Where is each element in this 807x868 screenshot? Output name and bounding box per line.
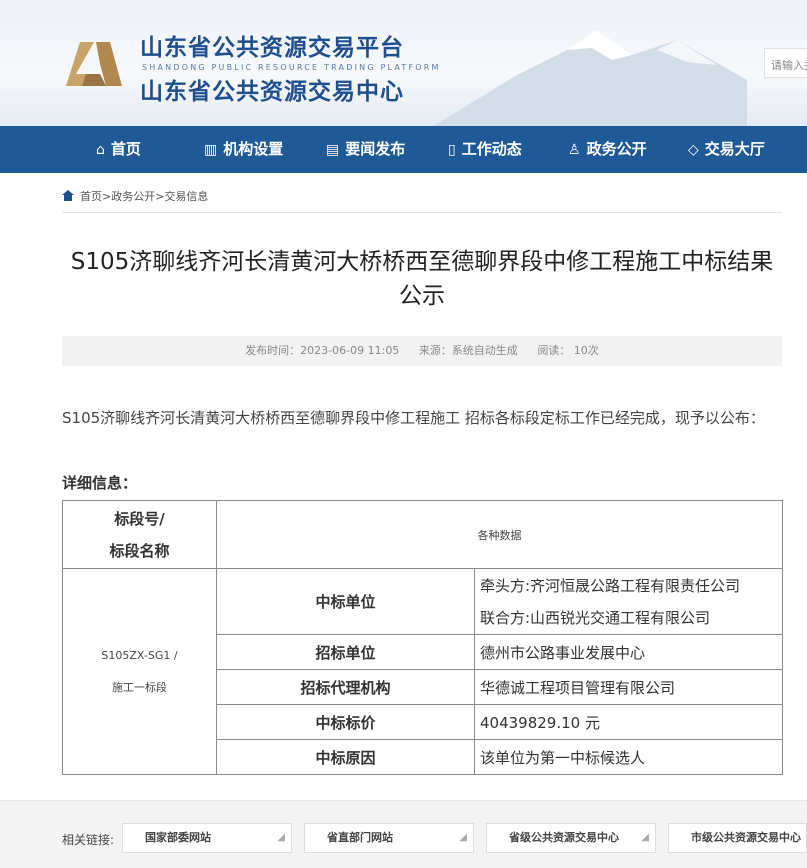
select-value: 省直部门网站 — [327, 831, 393, 844]
select-city-trading-centers[interactable]: 市级公共资源交易中心 — [668, 823, 807, 853]
chevron-down-icon: ◢ — [459, 832, 467, 843]
winner-value: 牵头方:齐河恒晟公路工程有限责任公司 联合方:山西锐光交通工程有限公司 — [474, 568, 783, 635]
main-nav: ⌂ 首页 ▥ 机构设置 ▤ 要闻发布 ▯ 工作动态 ♙ 政务公开 ◇ 交易大厅 — [0, 126, 807, 173]
nav-item-organization[interactable]: ▥ 机构设置 — [204, 126, 283, 173]
divider — [62, 212, 782, 213]
section-name: 施工一标段 — [112, 680, 167, 694]
tenderer-value: 德州市公路事业发展中心 — [474, 634, 783, 670]
price-value: 40439829.10 元 — [474, 704, 783, 740]
article-intro: S105济聊线齐河长清黄河大桥桥西至德聊界段中修工程施工 招标各标段定标工作已经… — [62, 409, 765, 427]
nav-item-work-updates[interactable]: ▯ 工作动态 — [448, 126, 522, 173]
related-links-bar: 相关链接: 国家部委网站 ◢ 省直部门网站 ◢ 省级公共资源交易中心 ◢ 市级公共资源… — [0, 800, 807, 868]
section-number: S105ZX-SG1 / — [101, 648, 178, 662]
article-source: 来源：系统自动生成 — [418, 344, 518, 357]
header-line: 标段名称 — [109, 541, 170, 560]
nav-item-trading-hall[interactable]: ◇ 交易大厅 — [688, 126, 765, 173]
building-icon: ▥ — [204, 142, 218, 158]
agency-value: 华德诚工程项目管理有限公司 — [474, 669, 783, 705]
breadcrumb-gov-affairs[interactable]: 政务公开 — [111, 190, 155, 203]
site-header: 山东省公共资源交易平台 SHANDONG PUBLIC RESOURCE TRA… — [0, 0, 807, 126]
select-provincial-dept-sites[interactable]: 省直部门网站 ◢ — [304, 823, 474, 853]
mountain-background — [433, 30, 747, 126]
table-header-section: 标段号/ 标段名称 — [62, 500, 217, 569]
select-value: 市级公共资源交易中心 — [691, 831, 801, 844]
nav-item-news[interactable]: ▤ 要闻发布 — [326, 126, 405, 173]
nav-item-label: 工作动态 — [461, 140, 522, 158]
header-line: 标段号/ — [114, 509, 165, 528]
nav-item-label: 机构设置 — [223, 140, 284, 158]
person-icon: ♙ — [568, 142, 581, 158]
agency-key: 招标代理机构 — [216, 669, 475, 705]
table-header-row: 标段号/ 标段名称 各种数据 — [62, 500, 783, 569]
detail-label: 详细信息： — [62, 474, 138, 492]
select-provincial-trading-centers[interactable]: 省级公共资源交易中心 ◢ — [486, 823, 656, 853]
chevron-down-icon: ◢ — [277, 832, 285, 843]
winner-lead: 牵头方:齐河恒晟公路工程有限责任公司 — [480, 576, 741, 595]
article-meta: 发布时间：2023-06-09 11:05 来源：系统自动生成 阅读： 10次 — [62, 336, 782, 366]
platform-title: 山东省公共资源交易平台 — [140, 35, 404, 61]
select-value: 国家部委网站 — [145, 831, 211, 844]
breadcrumb-separator: > — [102, 190, 112, 203]
section-cell: S105ZX-SG1 / 施工一标段 — [62, 568, 217, 775]
nav-item-label: 要闻发布 — [345, 140, 406, 158]
nav-item-label: 政务公开 — [586, 140, 647, 158]
bid-result-table: 标段号/ 标段名称 各种数据 S105ZX-SG1 / 施工一标段 中标单位 牵… — [62, 500, 783, 775]
article-title: S105济聊线齐河长清黄河大桥桥西至德聊界段中修工程施工中标结果公示 — [70, 249, 774, 309]
view-count: 阅读： 10次 — [537, 344, 599, 357]
reason-value: 该单位为第一中标候选人 — [474, 739, 783, 775]
publish-time: 发布时间：2023-06-09 11:05 — [245, 344, 400, 357]
breadcrumb-trade-info[interactable]: 交易信息 — [164, 190, 208, 203]
home-icon: ⌂ — [96, 142, 105, 158]
breadcrumb-home[interactable]: 首页 — [80, 190, 102, 203]
related-links-label: 相关链接: — [62, 833, 115, 847]
winner-key: 中标单位 — [216, 568, 475, 635]
logo-icon — [66, 42, 122, 86]
price-key: 中标标价 — [216, 704, 475, 740]
news-icon: ▤ — [326, 142, 340, 158]
search-input[interactable]: 请输入关 — [764, 48, 807, 78]
diamond-icon: ◇ — [688, 142, 699, 158]
winner-partner: 联合方:山西锐光交通工程有限公司 — [480, 608, 711, 627]
nav-item-government-affairs[interactable]: ♙ 政务公开 — [568, 126, 647, 173]
tenderer-key: 招标单位 — [216, 634, 475, 670]
breadcrumb: 首页>政务公开>交易信息 — [62, 188, 208, 204]
nav-item-home[interactable]: ⌂ 首页 — [96, 126, 141, 173]
center-title: 山东省公共资源交易中心 — [140, 79, 404, 105]
reason-key: 中标原因 — [216, 739, 475, 775]
document-icon: ▯ — [448, 142, 456, 158]
chevron-down-icon: ◢ — [641, 832, 649, 843]
nav-item-label: 首页 — [110, 140, 141, 158]
nav-item-label: 交易大厅 — [704, 140, 765, 158]
select-ministry-sites[interactable]: 国家部委网站 ◢ — [122, 823, 292, 853]
table-header-data: 各种数据 — [216, 500, 783, 569]
platform-title-en: SHANDONG PUBLIC RESOURCE TRADING PLATFOR… — [142, 63, 441, 72]
site-title: 山东省公共资源交易平台 SHANDONG PUBLIC RESOURCE TRA… — [140, 28, 441, 106]
home-icon — [62, 190, 74, 201]
table-row: S105ZX-SG1 / 施工一标段 中标单位 牵头方:齐河恒晟公路工程有限责任… — [62, 568, 783, 775]
select-value: 省级公共资源交易中心 — [509, 831, 619, 844]
